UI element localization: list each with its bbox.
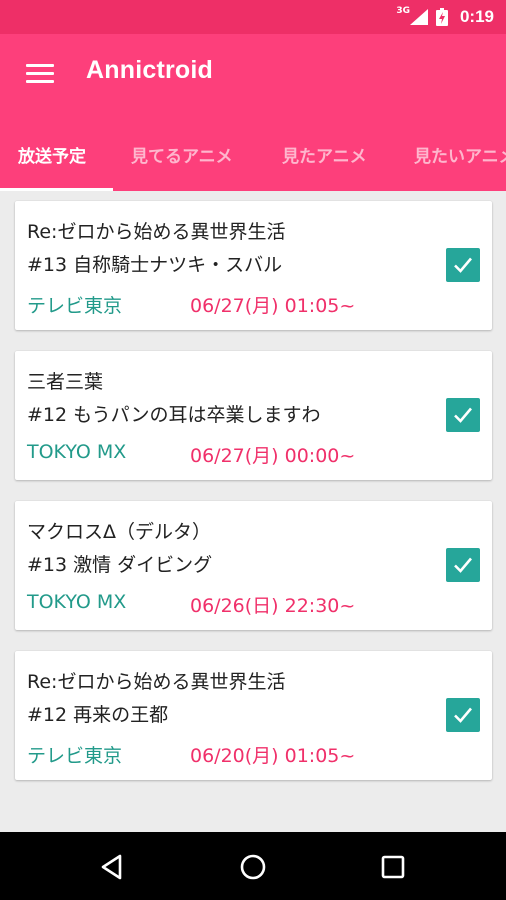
watched-checkbox[interactable] <box>446 248 480 282</box>
program-episode: #12 再来の王都 <box>27 704 169 726</box>
tab-watching[interactable]: 見てるアニメ <box>131 142 233 167</box>
program-title: マクロスΔ（デルタ） <box>27 521 211 543</box>
program-channel: TOKYO MX <box>27 441 127 463</box>
program-channel: TOKYO MX <box>27 591 127 613</box>
active-tab-indicator <box>0 188 113 191</box>
watched-checkbox[interactable] <box>446 398 480 432</box>
program-card[interactable]: Re:ゼロから始める異世界生活 #12 再来の王都 テレビ東京 06/20(月)… <box>15 651 492 780</box>
program-channel: テレビ東京 <box>27 295 123 317</box>
program-episode: #13 自称騎士ナツキ・スバル <box>27 254 283 276</box>
watched-checkbox[interactable] <box>446 698 480 732</box>
program-card[interactable]: 三者三葉 #12 もうパンの耳は卒業しますわ TOKYO MX 06/27(月)… <box>15 351 492 480</box>
app-bar: Annictroid 放送予定 見てるアニメ 見たアニメ 見たいアニメ <box>0 34 506 191</box>
checkmark-icon <box>454 257 472 273</box>
hamburger-menu-icon[interactable] <box>26 64 54 86</box>
program-datetime: 06/20(月) 01:05~ <box>190 745 356 767</box>
program-card[interactable]: マクロスΔ（デルタ） #13 激情 ダイビング TOKYO MX 06/26(日… <box>15 501 492 630</box>
back-triangle-icon[interactable] <box>97 852 127 882</box>
cell-signal-icon <box>409 9 428 25</box>
tab-broadcast-schedule[interactable]: 放送予定 <box>18 142 86 167</box>
home-circle-icon[interactable] <box>238 852 268 882</box>
status-time: 0:19 <box>459 7 494 26</box>
tab-watched[interactable]: 見たアニメ <box>282 142 367 167</box>
watched-checkbox[interactable] <box>446 548 480 582</box>
program-title: Re:ゼロから始める異世界生活 <box>27 221 286 243</box>
checkmark-icon <box>454 407 472 423</box>
program-title: Re:ゼロから始める異世界生活 <box>27 671 286 693</box>
recent-apps-square-icon[interactable] <box>378 852 408 882</box>
program-channel: テレビ東京 <box>27 745 123 767</box>
program-title: 三者三葉 <box>27 371 104 393</box>
system-nav-bar <box>0 832 506 900</box>
status-bar: 3G 0:19 <box>0 0 506 34</box>
checkmark-icon <box>454 707 472 723</box>
status-icons: 3G 0:19 <box>396 0 494 34</box>
checkmark-icon <box>454 557 472 573</box>
network-type-label: 3G <box>396 6 410 16</box>
program-datetime: 06/27(月) 00:00~ <box>190 445 356 467</box>
program-episode: #12 もうパンの耳は卒業しますわ <box>27 404 321 426</box>
program-datetime: 06/27(月) 01:05~ <box>190 295 356 317</box>
program-list: Re:ゼロから始める異世界生活 #13 自称騎士ナツキ・スバル テレビ東京 06… <box>15 201 492 801</box>
program-card[interactable]: Re:ゼロから始める異世界生活 #13 自称騎士ナツキ・スバル テレビ東京 06… <box>15 201 492 330</box>
tab-want-to-watch[interactable]: 見たいアニメ <box>414 142 506 167</box>
battery-charging-icon <box>435 8 448 26</box>
program-episode: #13 激情 ダイビング <box>27 554 213 576</box>
tab-bar: 放送予定 見てるアニメ 見たアニメ 見たいアニメ <box>0 132 506 191</box>
app-title: Annictroid <box>86 56 213 84</box>
program-datetime: 06/26(日) 22:30~ <box>190 595 356 617</box>
